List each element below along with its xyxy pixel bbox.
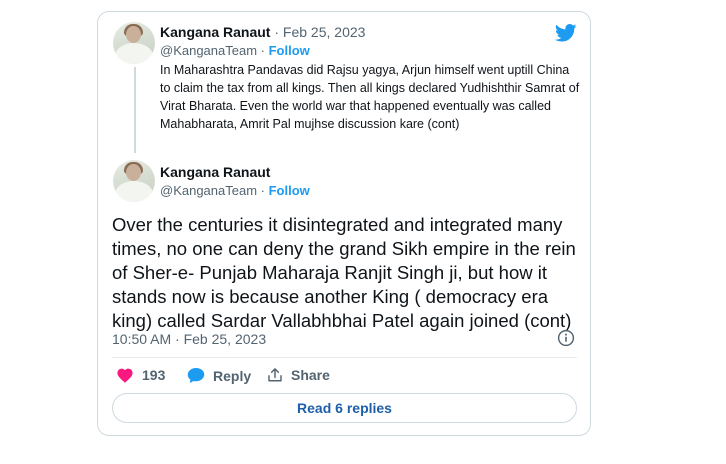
author-handle[interactable]: @KanganaTeam: [160, 43, 257, 58]
separator-dot: ·: [257, 183, 269, 198]
divider: [112, 357, 577, 358]
heart-icon: [117, 368, 133, 383]
like-button[interactable]: 193: [116, 367, 165, 383]
reply-button[interactable]: Reply: [187, 367, 251, 384]
separator-dot: ·: [270, 24, 283, 40]
share-arrow-icon: [268, 368, 282, 382]
main-handle-row: @KanganaTeam · Follow: [160, 183, 310, 198]
quoted-tweet-text: In Maharashtra Pandavas did Rajsu yagya,…: [160, 63, 580, 131]
author-name[interactable]: Kangana Ranaut: [160, 24, 270, 40]
tweet-date[interactable]: Feb 25, 2023: [283, 24, 366, 40]
author-handle[interactable]: @KanganaTeam: [160, 183, 257, 198]
reply-label: Reply: [213, 367, 252, 384]
separator-dot: ·: [257, 43, 269, 58]
tweet-timestamp[interactable]: 10:50 AM · Feb 25, 2023: [112, 331, 266, 347]
follow-button[interactable]: Follow: [269, 183, 310, 198]
like-count: 193: [142, 367, 166, 383]
main-author-row: Kangana Ranaut: [160, 164, 270, 180]
avatar[interactable]: [113, 160, 155, 202]
speech-bubble-icon: [187, 368, 205, 383]
share-button[interactable]: Share: [267, 367, 330, 383]
author-name[interactable]: Kangana Ranaut: [160, 164, 270, 180]
share-label: Share: [291, 367, 330, 383]
tweet-text: Over the centuries it disintegrated and …: [112, 214, 576, 331]
read-replies-button[interactable]: Read 6 replies: [112, 393, 577, 423]
info-icon[interactable]: [557, 329, 575, 347]
quoted-author-row: Kangana Ranaut · Feb 25, 2023: [160, 24, 365, 40]
twitter-bird-icon[interactable]: [555, 24, 577, 42]
follow-button[interactable]: Follow: [269, 43, 310, 58]
thread-connector-line: [134, 67, 136, 153]
avatar[interactable]: [113, 22, 155, 64]
quoted-handle-row: @KanganaTeam · Follow: [160, 43, 310, 58]
